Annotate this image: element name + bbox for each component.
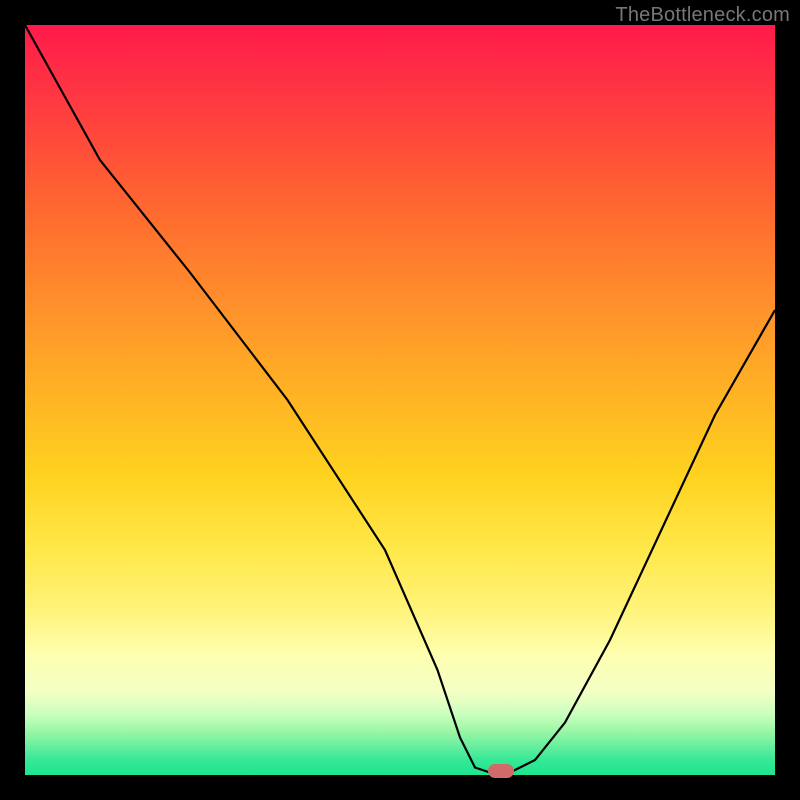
plot-area <box>25 25 775 775</box>
optimal-marker <box>488 764 514 778</box>
bottleneck-curve-path <box>25 25 775 775</box>
chart-container: TheBottleneck.com <box>0 0 800 800</box>
curve-svg <box>25 25 775 775</box>
watermark-text: TheBottleneck.com <box>615 4 790 27</box>
